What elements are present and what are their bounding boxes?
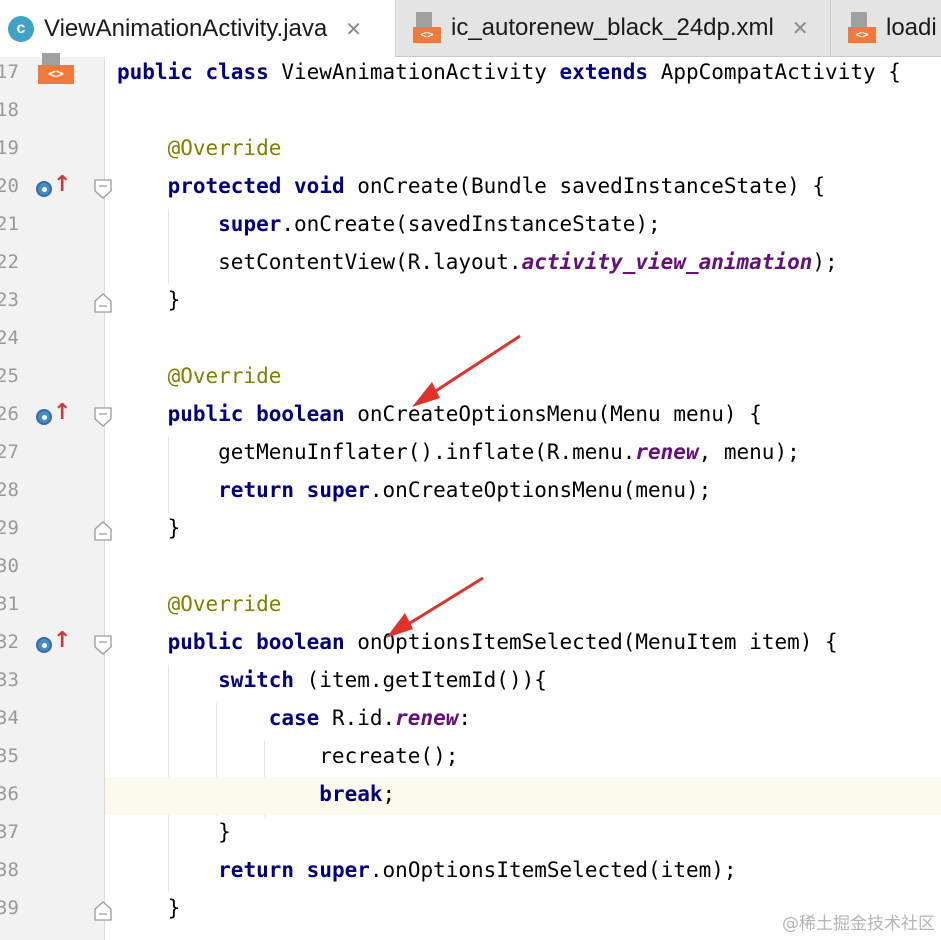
tab-label: ic_autorenew_black_24dp.xml <box>451 14 774 41</box>
tab-ic-autorenew-black-24dp[interactable]: <> ic_autorenew_black_24dp.xml ✕ <box>397 0 831 56</box>
tab-label: loadi <box>886 14 937 41</box>
code-line[interactable]: 35 recreate(); <box>0 739 941 777</box>
code-text: getMenuInflater().inflate(R.menu.renew, … <box>117 440 800 464</box>
related-xml-layout-icon[interactable]: <> <box>38 53 74 85</box>
override-method-icon[interactable]: ↑ <box>36 400 71 429</box>
close-icon[interactable]: ✕ <box>345 17 362 41</box>
code-line-area <box>105 511 941 549</box>
code-line[interactable]: 27 getMenuInflater().inflate(R.menu.rene… <box>0 435 941 473</box>
tab-label: ViewAnimationActivity.java <box>44 14 328 42</box>
code-text: protected void onCreate(Bundle savedInst… <box>167 174 826 198</box>
line-number: 28 <box>0 479 19 501</box>
fold-collapse-icon[interactable] <box>92 634 114 656</box>
line-number: 34 <box>0 707 19 729</box>
code-text: recreate(); <box>117 744 459 768</box>
code-text: public boolean onCreateOptionsMenu(Menu … <box>167 402 762 426</box>
code-line[interactable]: 36 break; <box>0 777 941 815</box>
code-text: } <box>117 896 181 920</box>
java-class-icon: c <box>8 15 34 42</box>
code-line[interactable]: 22 setContentView(R.layout.activity_view… <box>0 245 941 283</box>
fold-collapse-icon[interactable] <box>92 178 114 200</box>
line-number: 17 <box>0 61 19 83</box>
line-number: 24 <box>0 327 19 349</box>
line-number: 22 <box>0 251 19 273</box>
code-line-area <box>105 321 941 359</box>
code-text: setContentView(R.layout.activity_view_an… <box>117 250 838 274</box>
close-icon[interactable]: ✕ <box>792 16 809 40</box>
code-text: public boolean onOptionsItemSelected(Men… <box>167 630 838 654</box>
code-line[interactable]: 28 return super.onCreateOptionsMenu(menu… <box>0 473 941 511</box>
code-line[interactable]: 38 return super.onOptionsItemSelected(it… <box>0 853 941 891</box>
code-text: super.onCreate(savedInstanceState); <box>218 212 661 236</box>
code-text: } <box>117 516 181 540</box>
code-text: @Override <box>167 364 282 388</box>
code-line[interactable]: 33 switch (item.getItemId()){ <box>0 663 941 701</box>
code-editor[interactable]: 17 <> public class ViewAnimationActivity e… <box>0 53 941 940</box>
code-line[interactable]: 30 <box>0 549 941 587</box>
override-method-icon[interactable]: ↑ <box>36 172 71 201</box>
code-text: break; <box>319 782 396 806</box>
code-line[interactable]: 31 @Override <box>0 587 941 625</box>
code-line-area <box>105 549 941 587</box>
line-number: 31 <box>0 593 19 615</box>
code-text: } <box>117 288 181 312</box>
code-line[interactable]: 19 @Override <box>0 131 941 169</box>
code-line-area <box>105 283 941 321</box>
code-line[interactable]: 29 } <box>0 511 941 549</box>
line-number: 25 <box>0 365 19 387</box>
line-number: 29 <box>0 517 19 539</box>
code-text: @Override <box>167 136 282 160</box>
code-text: public class ViewAnimationActivity exten… <box>117 60 901 84</box>
fold-end-icon[interactable] <box>92 292 114 314</box>
override-method-icon[interactable]: ↑ <box>36 628 71 657</box>
code-line[interactable]: 25 @Override <box>0 359 941 397</box>
line-number: 26 <box>0 403 19 425</box>
code-text: @Override <box>167 592 282 616</box>
code-line[interactable]: 17 <> public class ViewAnimationActivity e… <box>0 53 941 93</box>
code-text: return super.onCreateOptionsMenu(menu); <box>218 478 712 502</box>
watermark: @稀土掘金技术社区 <box>782 914 935 934</box>
line-number: 36 <box>0 783 19 805</box>
code-line[interactable]: 26 ↑ public boolean onCreateOptionsMenu(M… <box>0 397 941 435</box>
code-line[interactable]: 37 } <box>0 815 941 853</box>
xml-file-icon: <> <box>413 12 441 44</box>
code-line[interactable]: 34 case R.id.renew: <box>0 701 941 739</box>
line-number: 21 <box>0 213 19 235</box>
tab-view-animation-activity[interactable]: c ViewAnimationActivity.java ✕ <box>0 0 396 57</box>
code-line-area <box>105 93 941 131</box>
code-line[interactable]: 23 } <box>0 283 941 321</box>
code-text: return super.onOptionsItemSelected(item)… <box>218 858 737 882</box>
xml-file-icon: <> <box>848 12 876 44</box>
fold-end-icon[interactable] <box>92 520 114 542</box>
line-number: 20 <box>0 175 19 197</box>
code-text: case R.id.renew: <box>268 706 472 730</box>
line-number: 32 <box>0 631 19 653</box>
code-line[interactable]: 24 <box>0 321 941 359</box>
line-number: 37 <box>0 821 19 843</box>
line-number: 19 <box>0 137 19 159</box>
code-line[interactable]: 32 ↑ public boolean onOptionsItemSelected… <box>0 625 941 663</box>
line-number: 23 <box>0 289 19 311</box>
line-number: 38 <box>0 859 19 881</box>
line-number: 35 <box>0 745 19 767</box>
line-number: 39 <box>0 897 19 919</box>
code-text: switch (item.getItemId()){ <box>218 668 547 692</box>
line-number: 33 <box>0 669 19 691</box>
code-line[interactable]: 18 <box>0 93 941 131</box>
editor-tab-bar: c ViewAnimationActivity.java ✕ <> ic_aut… <box>0 0 941 57</box>
line-number: 27 <box>0 441 19 463</box>
code-line[interactable]: 21 super.onCreate(savedInstanceState); <box>0 207 941 245</box>
code-text: } <box>117 820 231 844</box>
tab-loading[interactable]: <> loadi <box>832 0 941 56</box>
line-number: 30 <box>0 555 19 577</box>
code-line[interactable]: 20 ↑ protected void onCreate(Bundle saved… <box>0 169 941 207</box>
fold-collapse-icon[interactable] <box>92 406 114 428</box>
fold-end-icon[interactable] <box>92 900 114 922</box>
line-number: 18 <box>0 99 19 121</box>
